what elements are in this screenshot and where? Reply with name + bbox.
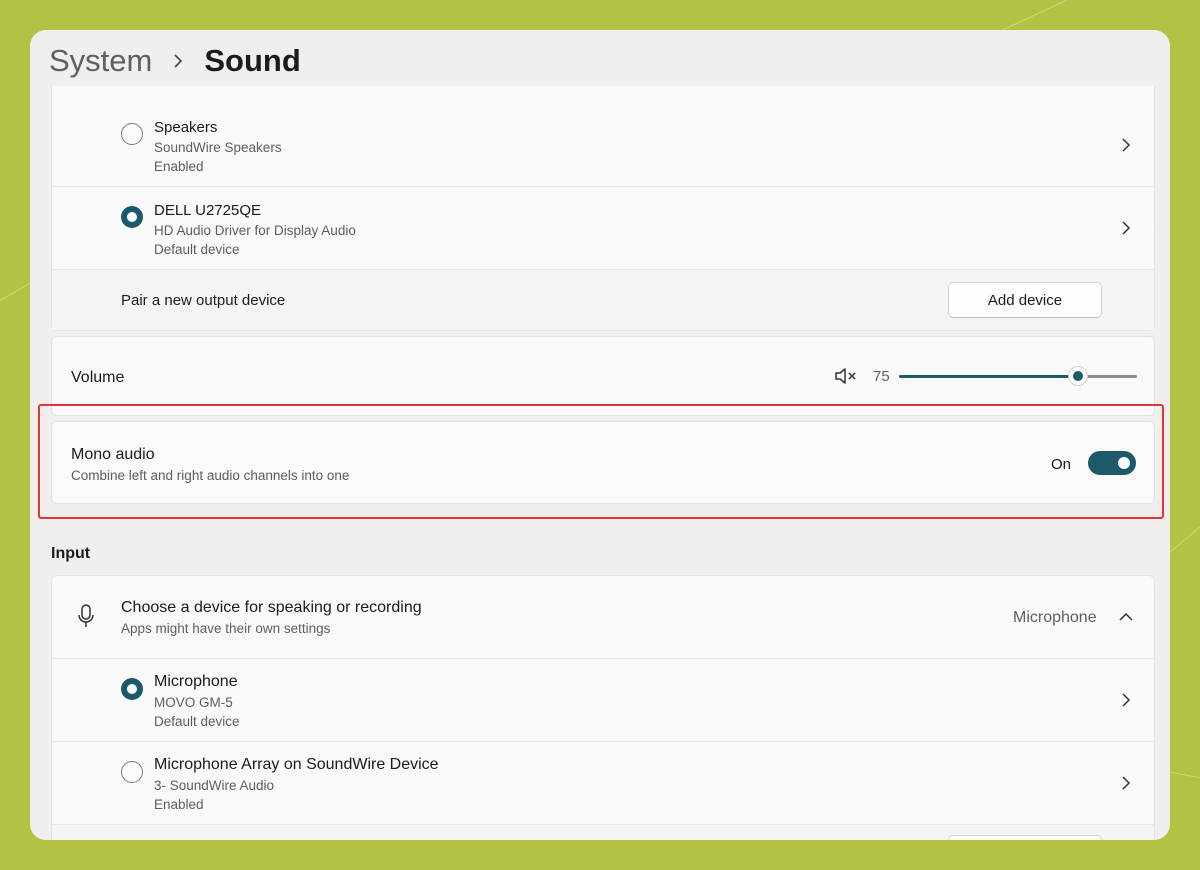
device-status: Enabled xyxy=(154,797,204,812)
settings-window: System Sound Speakers SoundWire Speakers… xyxy=(30,30,1170,840)
volume-slider-thumb[interactable] xyxy=(1068,366,1088,386)
breadcrumb-system[interactable]: System xyxy=(49,43,152,79)
input-device-array[interactable]: Microphone Array on SoundWire Device 3- … xyxy=(52,742,1154,824)
volume-slider-fill xyxy=(899,375,1078,378)
radio-button-selected[interactable] xyxy=(121,206,143,228)
breadcrumb: System Sound xyxy=(49,36,301,86)
highlight-box xyxy=(38,404,1164,519)
add-device-button[interactable]: Add device xyxy=(948,282,1102,318)
input-card: Choose a device for speaking or recordin… xyxy=(51,575,1155,840)
input-chooser-subtitle: Apps might have their own settings xyxy=(121,621,331,636)
device-name: Speakers xyxy=(154,119,218,136)
page-title: Sound xyxy=(204,43,301,78)
device-driver: SoundWire Speakers xyxy=(154,140,282,155)
device-driver: 3- SoundWire Audio xyxy=(154,778,275,793)
microphone-icon xyxy=(78,604,94,627)
pair-input-row xyxy=(52,825,1154,840)
input-section-title: Input xyxy=(51,545,91,562)
volume-label: Volume xyxy=(71,369,125,386)
device-status: Enabled xyxy=(154,159,204,174)
device-status: Default device xyxy=(154,242,240,257)
pair-output-row: Pair a new output device Add device xyxy=(52,270,1154,330)
radio-button[interactable] xyxy=(121,123,143,145)
output-devices-card: Speakers SoundWire Speakers Enabled DELL… xyxy=(51,86,1155,331)
chevron-right-icon xyxy=(1122,693,1131,707)
output-device-speakers[interactable]: Speakers SoundWire Speakers Enabled xyxy=(52,86,1154,186)
radio-button-selected[interactable] xyxy=(121,678,143,700)
chevron-up-icon[interactable] xyxy=(1118,609,1134,625)
pair-output-label: Pair a new output device xyxy=(121,292,286,309)
add-input-device-button[interactable] xyxy=(948,835,1102,840)
input-chooser-row[interactable]: Choose a device for speaking or recordin… xyxy=(52,576,1154,658)
device-name: Microphone Array on SoundWire Device xyxy=(154,756,439,773)
input-chooser-title: Choose a device for speaking or recordin… xyxy=(121,599,422,616)
chevron-right-icon xyxy=(1122,221,1131,235)
device-status: Default device xyxy=(154,714,240,729)
input-device-microphone[interactable]: Microphone MOVO GM-5 Default device xyxy=(52,659,1154,741)
volume-value: 75 xyxy=(873,368,890,385)
device-driver: HD Audio Driver for Display Audio xyxy=(154,223,356,238)
chevron-right-icon xyxy=(1122,138,1131,152)
device-name: Microphone xyxy=(154,673,238,690)
chevron-right-icon xyxy=(1122,776,1131,790)
radio-button[interactable] xyxy=(121,761,143,783)
input-selected-device: Microphone xyxy=(1013,609,1097,626)
output-device-dell[interactable]: DELL U2725QE HD Audio Driver for Display… xyxy=(52,187,1154,269)
speaker-mute-icon[interactable] xyxy=(834,366,858,386)
chevron-right-icon xyxy=(152,54,204,68)
device-driver: MOVO GM-5 xyxy=(154,695,233,710)
device-name: DELL U2725QE xyxy=(154,202,262,219)
